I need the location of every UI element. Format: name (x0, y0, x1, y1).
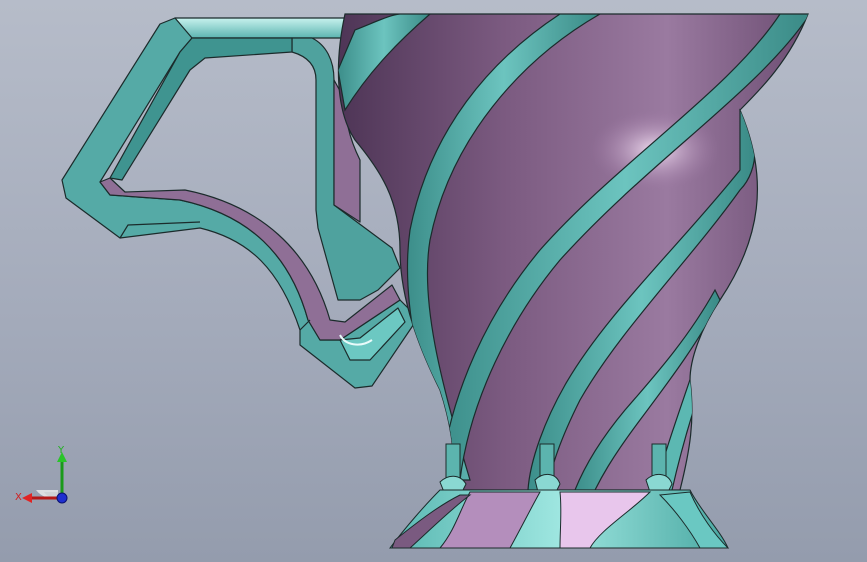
graphics-viewport[interactable]: Y X (0, 0, 867, 562)
handle-top-bar (174, 17, 346, 39)
vase-body (337, 13, 809, 491)
axis-triad[interactable]: Y X (14, 440, 78, 510)
3d-model-vase-with-handle[interactable] (0, 0, 867, 562)
y-axis-arrow (57, 452, 67, 498)
x-axis-label: X (15, 492, 22, 503)
z-axis-dot (56, 492, 68, 504)
vase-base (388, 489, 730, 549)
y-axis-label: Y (57, 445, 65, 456)
